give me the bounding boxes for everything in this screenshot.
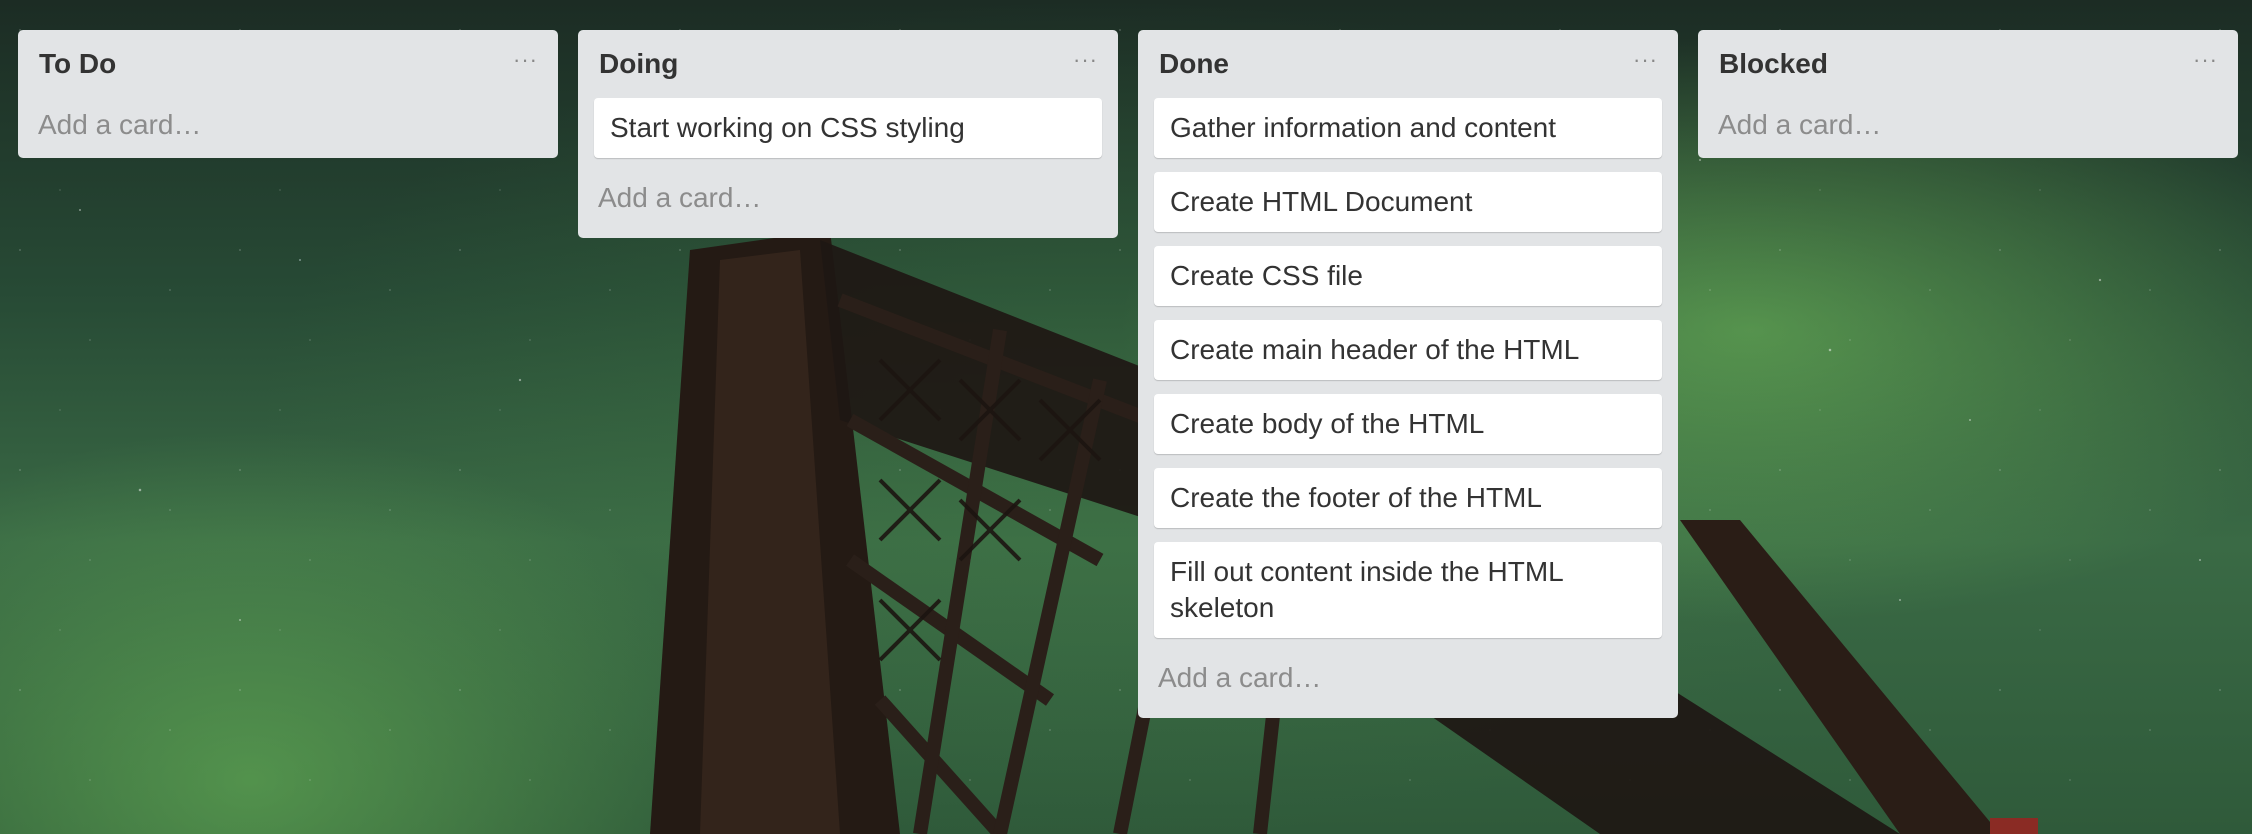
card[interactable]: Start working on CSS styling (594, 98, 1102, 158)
ellipsis-icon[interactable]: ··· (1633, 47, 1662, 73)
ellipsis-icon[interactable]: ··· (513, 47, 542, 73)
list-doing: Doing ··· Start working on CSS styling A… (578, 30, 1118, 238)
card[interactable]: Gather information and content (1154, 98, 1662, 158)
list-title: Blocked (1719, 48, 1828, 79)
card[interactable]: Fill out content inside the HTML skeleto… (1154, 542, 1662, 638)
card[interactable]: Create CSS file (1154, 246, 1662, 306)
card-list: Gather information and content Create HT… (1154, 98, 1662, 638)
add-card-button[interactable]: Add a card… (1714, 92, 2222, 158)
list-header: Doing ··· (594, 30, 1102, 98)
list-header: Blocked ··· (1714, 30, 2222, 98)
add-card-button[interactable]: Add a card… (34, 92, 542, 158)
list-blocked: Blocked ··· Add a card… (1698, 30, 2238, 158)
card[interactable]: Create HTML Document (1154, 172, 1662, 232)
card[interactable]: Create main header of the HTML (1154, 320, 1662, 380)
list-title: To Do (39, 48, 117, 79)
list-header: To Do ··· (34, 30, 542, 98)
ellipsis-icon[interactable]: ··· (1073, 47, 1102, 73)
list-title: Doing (599, 48, 679, 79)
card[interactable]: Create body of the HTML (1154, 394, 1662, 454)
list-title: Done (1159, 48, 1229, 79)
card[interactable]: Create the footer of the HTML (1154, 468, 1662, 528)
list-to-do: To Do ··· Add a card… (18, 30, 558, 158)
list-done: Done ··· Gather information and content … (1138, 30, 1678, 718)
board: To Do ··· Add a card… Doing ··· Start wo… (18, 30, 2238, 718)
list-header: Done ··· (1154, 30, 1662, 98)
add-card-button[interactable]: Add a card… (1154, 638, 1662, 718)
card-list: Start working on CSS styling (594, 98, 1102, 158)
add-card-button[interactable]: Add a card… (594, 158, 1102, 238)
ellipsis-icon[interactable]: ··· (2193, 47, 2222, 73)
